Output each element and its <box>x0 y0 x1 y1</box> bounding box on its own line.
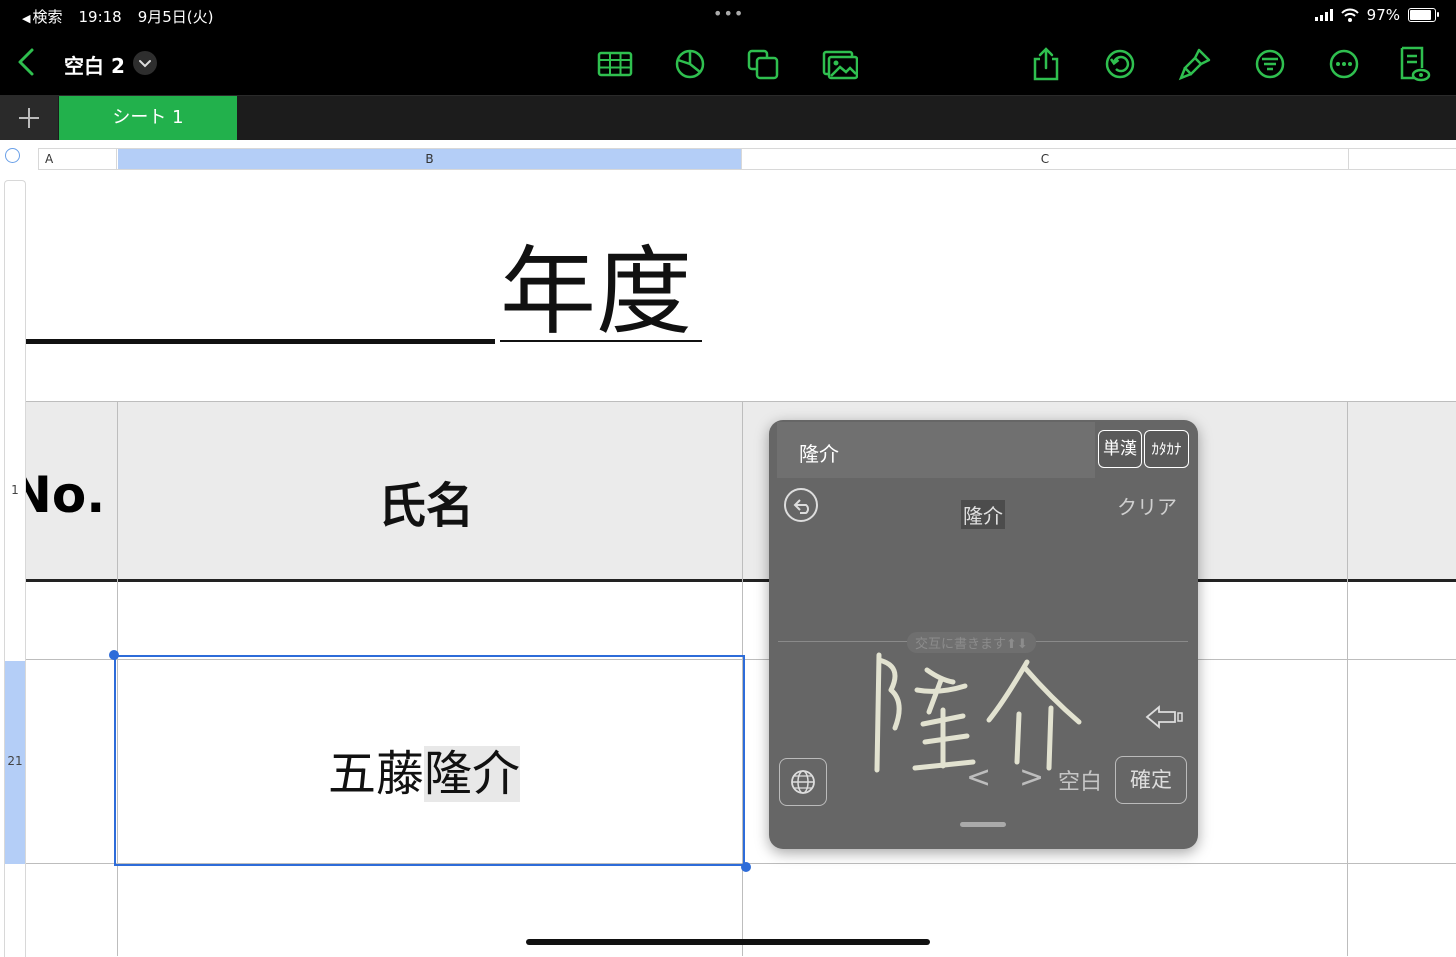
format-button[interactable] <box>1177 46 1213 82</box>
pie-chart-icon <box>675 49 705 79</box>
share-icon <box>1033 47 1059 81</box>
composition-bar: 隆介 <box>777 422 1095 478</box>
row-1-header[interactable]: 1 <box>5 483 25 497</box>
photo-icon <box>822 50 859 80</box>
column-c-header[interactable]: C <box>742 149 1349 169</box>
header-bottom-border <box>25 579 1456 582</box>
cell-confirmed-text: 五藤 <box>328 746 425 802</box>
wifi-icon <box>1340 8 1359 22</box>
candidate-word[interactable]: 隆介 <box>961 500 1005 529</box>
column-a-header[interactable]: A <box>39 149 117 169</box>
undo-button[interactable] <box>1102 46 1138 82</box>
app-toolbar: 空白 2 <box>0 32 1456 96</box>
row-header-strip: 1 21 <box>4 180 26 957</box>
space-button[interactable]: 空白 <box>1058 764 1102 796</box>
ime-undo-icon[interactable] <box>783 487 819 523</box>
katakana-button[interactable]: ｶﾀｶﾅ <box>1144 430 1189 468</box>
cursor-left-button[interactable]: < <box>966 760 991 795</box>
status-left: ◀ 検索 19:18 9月5日(火) <box>22 6 214 27</box>
select-table-handle-icon[interactable] <box>5 148 20 163</box>
sheet-title-cell[interactable]: 年度 <box>500 232 692 352</box>
status-bar: ◀ 検索 19:18 9月5日(火) ••• 97% <box>0 0 1456 32</box>
title-underline <box>500 340 702 342</box>
ellipsis-circle-icon <box>1329 49 1359 79</box>
status-time: 19:18 <box>78 7 122 26</box>
cellular-signal-icon <box>1314 9 1333 21</box>
insert-chart-button[interactable] <box>672 46 708 82</box>
status-right: 97% <box>1314 6 1439 24</box>
column-header-bar: A B C <box>0 140 1456 170</box>
header-cell-name[interactable]: 氏名 <box>378 466 474 536</box>
back-to-app-link[interactable]: ◀ 検索 <box>22 6 62 27</box>
paintbrush-icon <box>1178 48 1211 81</box>
document-title[interactable]: 空白 2 <box>64 50 125 79</box>
more-button[interactable] <box>1326 46 1362 82</box>
table-icon <box>597 51 633 77</box>
handwriting-input-panel[interactable]: 隆介 単漢 ｶﾀｶﾅ 隆介 クリア 交互に書きます⬆⬇ < > 空白 確定 <box>769 420 1198 849</box>
grid-line <box>1347 401 1348 956</box>
organize-button[interactable] <box>1252 46 1288 82</box>
single-kanji-button[interactable]: 単漢 <box>1098 430 1142 468</box>
battery-fill <box>1410 10 1432 20</box>
composition-text: 隆介 <box>799 442 839 466</box>
back-chevron-icon[interactable] <box>12 46 40 78</box>
selection-handle-top-left[interactable] <box>109 650 119 660</box>
active-cell-value[interactable]: 五藤隆介 <box>328 734 521 804</box>
backspace-icon[interactable] <box>1145 703 1187 731</box>
column-strip: A B C <box>38 148 1456 170</box>
globe-keyboard-switch-button[interactable] <box>779 758 827 806</box>
sheet-tab-1[interactable]: シート 1 <box>59 96 237 140</box>
document-eye-icon <box>1400 46 1431 82</box>
cell-marked-text: 隆介 <box>424 746 521 802</box>
home-indicator[interactable] <box>526 939 930 945</box>
multitasking-dots-icon[interactable]: ••• <box>713 4 744 23</box>
clear-button[interactable]: クリア <box>1117 491 1177 520</box>
sheet-tab-bar: シート 1 <box>0 96 1456 140</box>
reading-view-button[interactable] <box>1396 46 1432 82</box>
handwriting-canvas[interactable] <box>869 650 1119 780</box>
table-header-row <box>25 402 1456 581</box>
column-b-header[interactable]: B <box>118 149 742 169</box>
globe-icon <box>791 770 815 794</box>
filter-lines-icon <box>1255 49 1285 79</box>
plus-icon <box>19 108 39 128</box>
insert-media-button[interactable] <box>822 46 859 82</box>
row-21-header[interactable]: 21 <box>5 754 25 768</box>
insert-table-button[interactable] <box>597 46 633 82</box>
share-button[interactable] <box>1028 46 1064 82</box>
insert-shape-button[interactable] <box>746 46 782 82</box>
confirm-button[interactable]: 確定 <box>1115 756 1187 804</box>
add-sheet-button[interactable] <box>0 96 58 140</box>
battery-icon <box>1408 8 1439 22</box>
status-date: 9月5日(火) <box>137 8 214 26</box>
title-underline-blank <box>25 339 495 344</box>
selection-handle-bottom-right[interactable] <box>741 862 751 872</box>
panel-grabber-handle[interactable] <box>960 822 1006 827</box>
back-triangle-icon: ◀ <box>22 12 31 25</box>
undo-circle-icon <box>1105 49 1135 79</box>
grid-line <box>25 401 1456 402</box>
battery-percent: 97% <box>1366 6 1400 24</box>
cursor-right-button[interactable]: > <box>1019 760 1044 795</box>
title-menu-chevron-icon[interactable] <box>133 51 157 75</box>
shapes-icon <box>747 49 779 80</box>
